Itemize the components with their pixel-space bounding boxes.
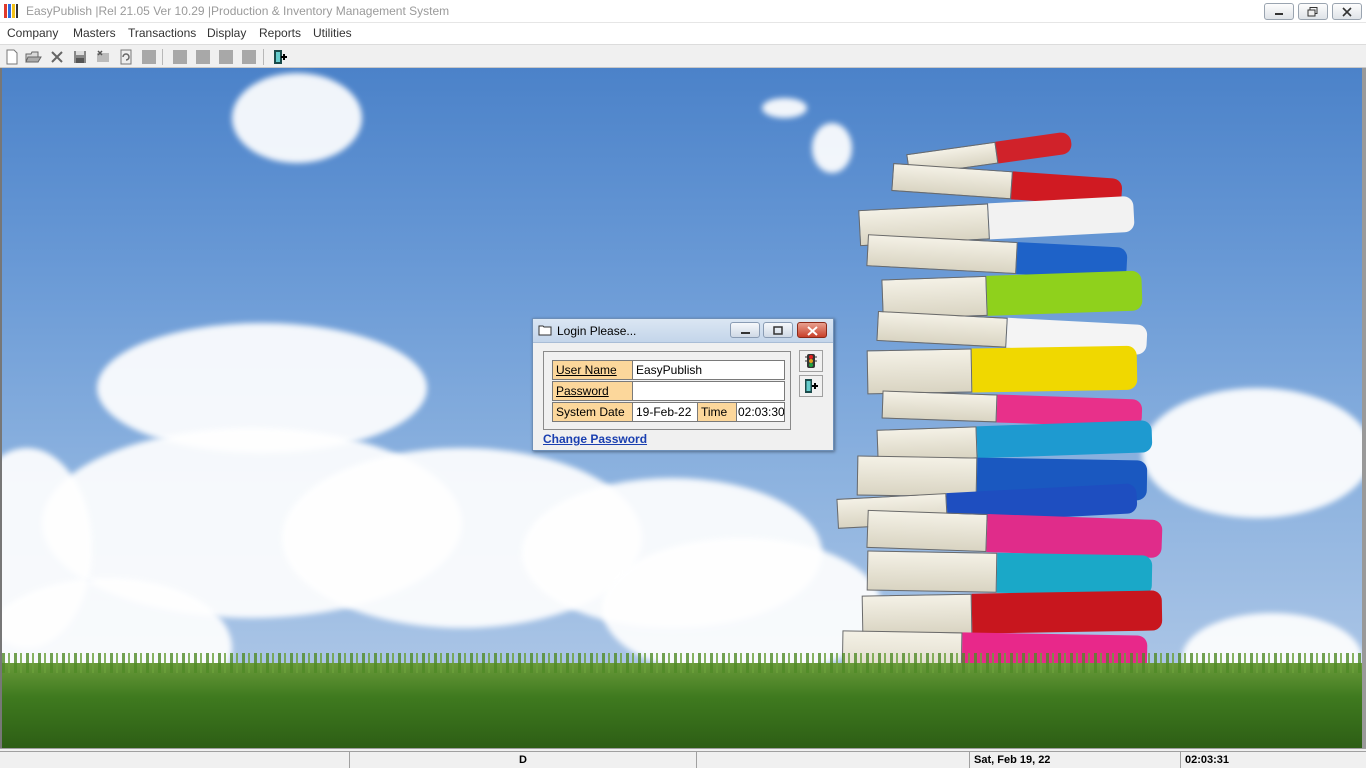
menu-company[interactable]: Company — [7, 26, 58, 40]
exit-icon — [805, 379, 818, 393]
menu-bar: Company Masters Transactions Display Rep… — [0, 23, 1366, 44]
delete-icon[interactable] — [48, 48, 66, 66]
password-field[interactable] — [632, 381, 785, 401]
menu-display[interactable]: Display — [207, 26, 246, 40]
blank-icon[interactable] — [140, 48, 158, 66]
system-date-field[interactable]: 19-Feb-22 — [632, 402, 698, 422]
dialog-close-button[interactable] — [797, 322, 827, 338]
menu-transactions[interactable]: Transactions — [128, 26, 196, 40]
refresh-icon[interactable] — [117, 48, 135, 66]
time-field: 02:03:30 — [736, 402, 785, 422]
app-icon — [4, 4, 18, 18]
folder-icon — [538, 325, 552, 336]
change-password-link[interactable]: Change Password — [543, 432, 647, 446]
status-date: Sat, Feb 19, 22 — [969, 751, 1180, 768]
save-icon[interactable] — [71, 48, 89, 66]
close-icon — [807, 326, 818, 336]
last-icon[interactable] — [240, 48, 258, 66]
cancel-icon[interactable] — [94, 48, 112, 66]
toolbar-separator — [263, 49, 264, 65]
restore-icon — [1307, 7, 1318, 17]
minimize-icon — [1275, 13, 1283, 15]
toolbar-separator — [162, 49, 163, 65]
menu-utilities[interactable]: Utilities — [313, 26, 352, 40]
restore-icon — [773, 326, 783, 335]
time-label: Time — [697, 402, 737, 422]
login-form: User Name EasyPublish Password System Da… — [543, 351, 791, 430]
menu-masters[interactable]: Masters — [73, 26, 116, 40]
toolbar — [0, 44, 1366, 68]
login-dialog-titlebar[interactable]: Login Please... — [533, 319, 833, 343]
restore-button[interactable] — [1298, 3, 1328, 20]
dialog-restore-button[interactable] — [763, 322, 793, 338]
login-ok-button[interactable] — [799, 350, 823, 372]
book-stack-image — [836, 123, 1177, 688]
title-bar: EasyPublish |Rel 21.05 Ver 10.29 |Produc… — [0, 0, 1366, 23]
menu-reports[interactable]: Reports — [259, 26, 301, 40]
close-button[interactable] — [1332, 3, 1362, 20]
user-name-label: User Name — [552, 360, 633, 380]
grass-field — [2, 653, 1362, 748]
new-icon[interactable] — [3, 48, 21, 66]
open-icon[interactable] — [24, 48, 42, 66]
first-icon[interactable] — [171, 48, 189, 66]
status-pane-3 — [696, 751, 969, 768]
user-name-field[interactable]: EasyPublish — [632, 360, 785, 380]
password-label: Password — [552, 381, 633, 401]
system-date-label: System Date — [552, 402, 633, 422]
login-dialog-title: Login Please... — [557, 324, 637, 338]
status-pane-2: D — [349, 751, 696, 768]
exit-icon[interactable] — [271, 48, 289, 66]
status-bar: D Sat, Feb 19, 22 02:03:31 — [0, 748, 1366, 768]
login-dialog: Login Please... User Name EasyPublish Pa… — [532, 318, 834, 451]
close-icon — [1342, 7, 1352, 17]
minimize-icon — [741, 332, 750, 334]
status-time: 02:03:31 — [1180, 751, 1366, 768]
login-exit-button[interactable] — [799, 375, 823, 397]
minimize-button[interactable] — [1264, 3, 1294, 20]
traffic-light-icon — [805, 354, 817, 368]
previous-icon[interactable] — [194, 48, 212, 66]
dialog-minimize-button[interactable] — [730, 322, 760, 338]
next-icon[interactable] — [217, 48, 235, 66]
window-title: EasyPublish |Rel 21.05 Ver 10.29 |Produc… — [26, 4, 450, 18]
status-pane-1 — [0, 751, 349, 768]
